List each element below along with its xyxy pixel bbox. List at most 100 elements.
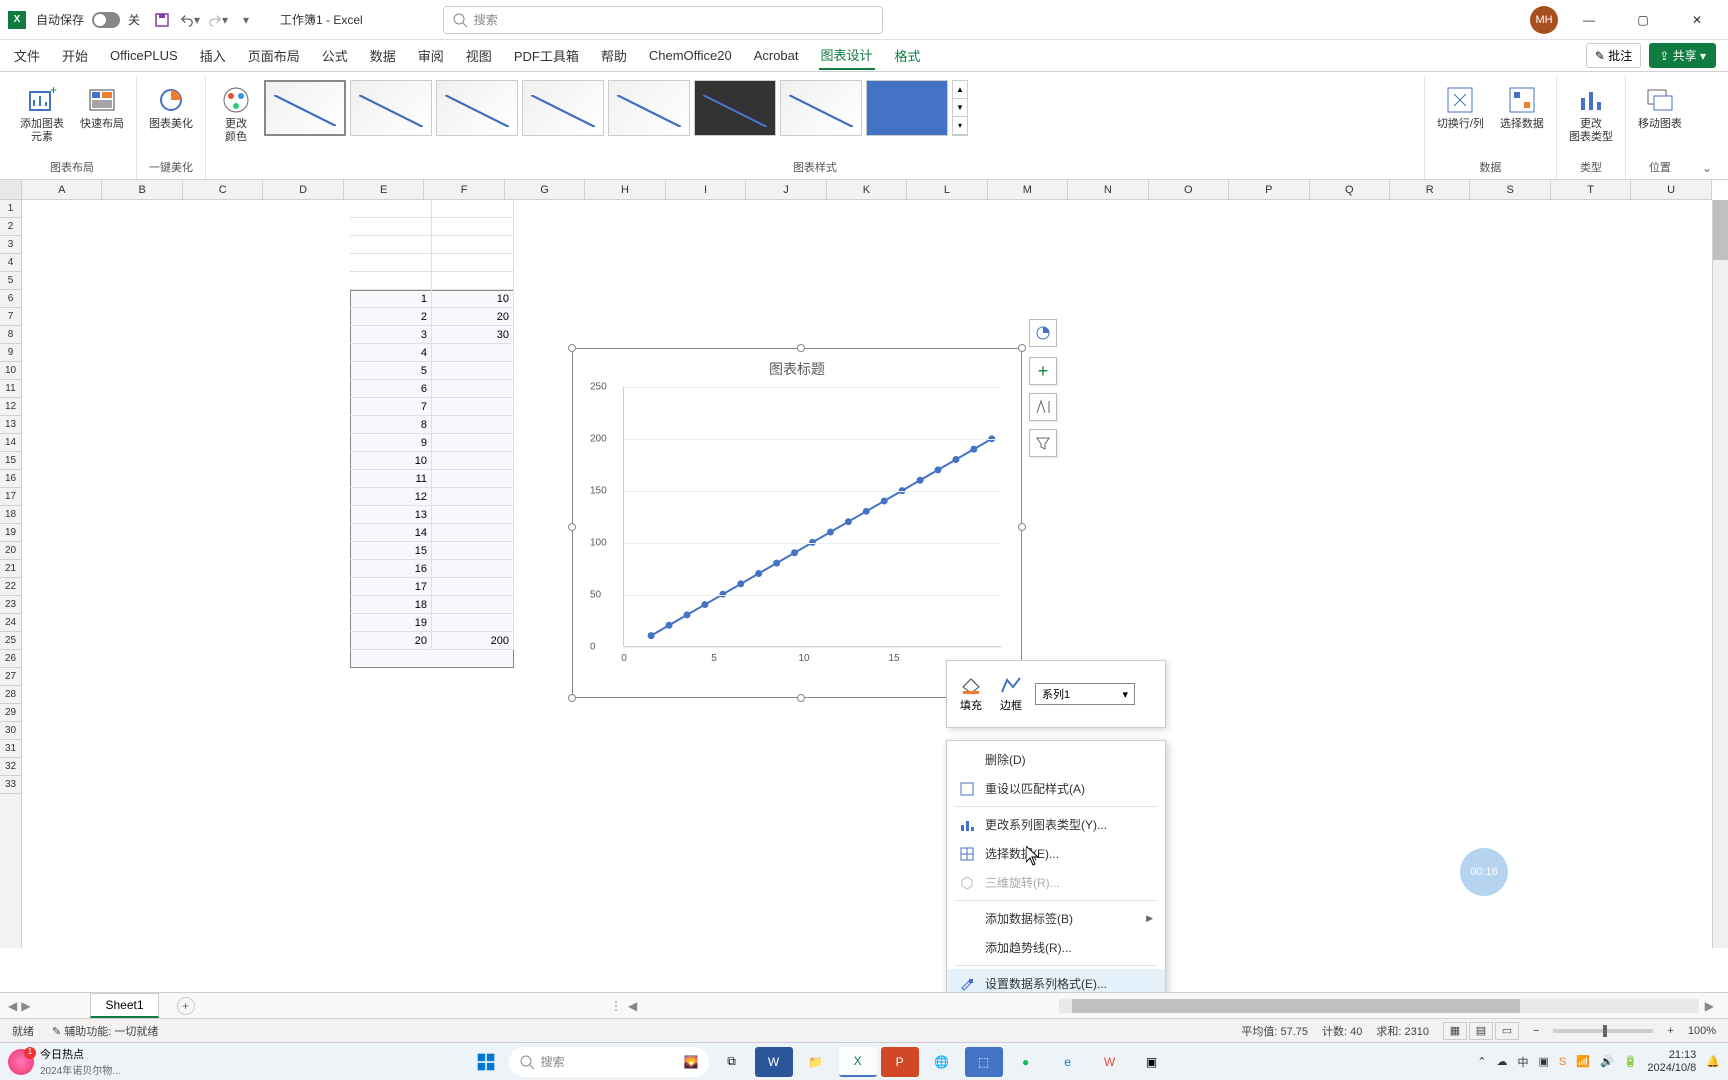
row-header[interactable]: 3 — [0, 236, 21, 254]
undo-button[interactable]: ▾ — [180, 10, 200, 30]
chart-style-6[interactable] — [694, 80, 776, 136]
column-header[interactable]: L — [907, 180, 987, 199]
word-app-icon[interactable]: W — [755, 1047, 793, 1077]
row-header[interactable]: 2 — [0, 218, 21, 236]
sheet-prev[interactable]: ◀ — [8, 999, 17, 1013]
row-header[interactable]: 31 — [0, 740, 21, 758]
tray-battery-icon[interactable]: 🔋 — [1624, 1055, 1638, 1068]
worksheet-grid[interactable]: 1234567891011121314151617181920212223242… — [0, 180, 1728, 948]
column-header[interactable]: S — [1470, 180, 1550, 199]
select-data-button[interactable]: 选择数据 — [1494, 80, 1550, 135]
row-header[interactable]: 23 — [0, 596, 21, 614]
outline-button[interactable]: 边框 — [995, 673, 1027, 715]
tab-pagelayout[interactable]: 页面布局 — [246, 42, 302, 69]
row-header[interactable]: 13 — [0, 416, 21, 434]
status-accessibility[interactable]: ✎ 辅助功能: 一切就绪 — [52, 1023, 158, 1039]
cell[interactable]: 20 — [432, 308, 514, 326]
excel-taskbar-icon[interactable]: X — [839, 1047, 877, 1077]
column-header[interactable]: R — [1390, 180, 1470, 199]
column-header[interactable]: J — [746, 180, 826, 199]
start-button[interactable] — [467, 1047, 505, 1077]
row-header[interactable]: 22 — [0, 578, 21, 596]
ctx-add-data-labels[interactable]: 添加数据标签(B) ▶ — [947, 904, 1165, 933]
cell[interactable]: 18 — [350, 596, 432, 614]
app-icon[interactable]: e — [1049, 1047, 1087, 1077]
gallery-scroll-down[interactable]: ▼ — [953, 99, 967, 117]
cell[interactable]: 14 — [350, 524, 432, 542]
tray-volume-icon[interactable]: 🔊 — [1600, 1055, 1614, 1068]
cell[interactable]: 12 — [350, 488, 432, 506]
column-header[interactable]: F — [424, 180, 504, 199]
column-header[interactable]: U — [1631, 180, 1711, 199]
switch-row-col-button[interactable]: 切换行/列 — [1431, 80, 1490, 135]
edge-app-icon[interactable]: 🌐 — [923, 1047, 961, 1077]
row-header[interactable]: 24 — [0, 614, 21, 632]
row-header[interactable]: 32 — [0, 758, 21, 776]
row-header[interactable]: 17 — [0, 488, 21, 506]
task-view-button[interactable]: ⧉ — [713, 1047, 751, 1077]
ctx-reset-style[interactable]: 重设以匹配样式(A) — [947, 774, 1165, 803]
row-header[interactable]: 4 — [0, 254, 21, 272]
row-header[interactable]: 9 — [0, 344, 21, 362]
resize-handle[interactable] — [568, 523, 576, 531]
column-header[interactable]: G — [505, 180, 585, 199]
cell[interactable]: 6 — [350, 380, 432, 398]
column-header[interactable]: A — [22, 180, 102, 199]
row-header[interactable]: 1 — [0, 200, 21, 218]
tab-data[interactable]: 数据 — [368, 42, 398, 69]
cell[interactable] — [432, 434, 514, 452]
cell[interactable] — [432, 524, 514, 542]
column-header[interactable]: Q — [1310, 180, 1390, 199]
tab-chart-design[interactable]: 图表设计 — [819, 41, 875, 70]
add-chart-element-button[interactable]: + 添加图表 元素 — [14, 80, 70, 148]
resize-handle[interactable] — [568, 344, 576, 352]
scrollbar-thumb[interactable] — [1072, 999, 1520, 1013]
cell[interactable]: 4 — [350, 344, 432, 362]
chart-object[interactable]: 图表标题 050100150200250051015 + — [572, 348, 1022, 698]
row-header[interactable]: 7 — [0, 308, 21, 326]
tray-icon[interactable]: ▣ — [1539, 1055, 1549, 1068]
row-header[interactable]: 10 — [0, 362, 21, 380]
select-all-corner[interactable] — [0, 180, 21, 200]
chart-style-2[interactable] — [350, 80, 432, 136]
qat-customize[interactable]: ▾ — [236, 10, 256, 30]
row-header[interactable]: 20 — [0, 542, 21, 560]
ctx-select-data[interactable]: 选择数据(E)... — [947, 839, 1165, 868]
cell[interactable]: 15 — [350, 542, 432, 560]
chart-title[interactable]: 图表标题 — [573, 349, 1021, 383]
cell[interactable]: 30 — [432, 326, 514, 344]
tray-wifi-icon[interactable]: 📶 — [1576, 1055, 1590, 1068]
row-header[interactable]: 16 — [0, 470, 21, 488]
row-header[interactable]: 30 — [0, 722, 21, 740]
chart-beautify-button[interactable]: 图表美化 — [143, 80, 199, 135]
tab-chem[interactable]: ChemOffice20 — [647, 44, 734, 67]
horizontal-scrollbar[interactable] — [1059, 999, 1699, 1013]
taskbar-search[interactable]: 搜索 🌄 — [509, 1047, 709, 1077]
column-header[interactable]: H — [585, 180, 665, 199]
chart-filters-button[interactable] — [1029, 429, 1057, 457]
tray-icon[interactable]: ☁ — [1497, 1055, 1508, 1068]
column-header[interactable]: D — [263, 180, 343, 199]
chart-style-4[interactable] — [522, 80, 604, 136]
cell[interactable]: 8 — [350, 416, 432, 434]
series-selector[interactable]: 系列1 ▾ — [1035, 683, 1135, 705]
cell[interactable]: 7 — [350, 398, 432, 416]
share-button[interactable]: ⇪ 共享 ▾ — [1649, 43, 1716, 68]
row-header[interactable]: 12 — [0, 398, 21, 416]
cell[interactable] — [432, 506, 514, 524]
chart-style-7[interactable] — [780, 80, 862, 136]
column-header[interactable]: I — [666, 180, 746, 199]
row-header[interactable]: 14 — [0, 434, 21, 452]
tab-file[interactable]: 文件 — [12, 42, 42, 69]
cell[interactable]: 200 — [432, 632, 514, 650]
minimize-button[interactable]: — — [1566, 4, 1612, 36]
cell[interactable] — [432, 380, 514, 398]
redo-button[interactable]: ▾ — [208, 10, 228, 30]
cell[interactable] — [432, 344, 514, 362]
hscroll-right[interactable]: ▶ — [1705, 999, 1714, 1013]
explorer-app-icon[interactable]: 📁 — [797, 1047, 835, 1077]
gallery-scroll-up[interactable]: ▲ — [953, 81, 967, 99]
cell[interactable] — [432, 398, 514, 416]
ribbon-collapse-button[interactable]: ⌄ — [1694, 157, 1720, 179]
zoom-level[interactable]: 100% — [1688, 1025, 1716, 1037]
